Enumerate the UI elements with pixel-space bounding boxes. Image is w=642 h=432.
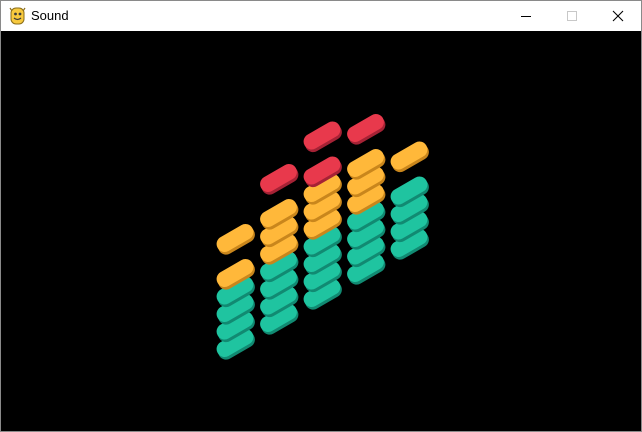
equalizer-column <box>303 121 342 310</box>
app-window: Sound <box>0 0 642 432</box>
close-button[interactable] <box>595 1 641 31</box>
equalizer-segment <box>390 141 429 173</box>
maximize-button[interactable] <box>549 1 595 31</box>
minimize-icon <box>521 16 531 17</box>
equalizer-segment <box>216 224 255 255</box>
equalizer-column <box>347 114 386 285</box>
title-bar[interactable]: Sound <box>1 1 641 31</box>
equalizer-visualizer <box>216 114 429 360</box>
python-icon <box>9 7 27 25</box>
equalizer-column <box>390 141 429 260</box>
equalizer-segment <box>260 164 299 195</box>
maximize-icon <box>567 11 577 21</box>
window-title: Sound <box>31 8 69 23</box>
equalizer-segment <box>303 121 342 153</box>
close-icon <box>612 10 624 22</box>
minimize-button[interactable] <box>503 1 549 31</box>
canvas-area <box>1 31 641 431</box>
equalizer-column <box>260 164 299 335</box>
equalizer-column <box>216 224 255 360</box>
equalizer-segment <box>347 114 386 145</box>
